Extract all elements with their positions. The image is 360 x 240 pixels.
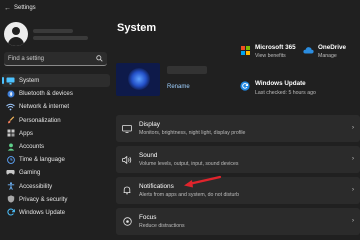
quick-link-subtitle: Last checked: 5 hours ago	[255, 90, 316, 96]
sidebar-item-accounts[interactable]: Accounts	[2, 140, 110, 153]
card-subtitle: Alerts from apps and system, do not dist…	[139, 192, 240, 198]
page-title: System	[117, 22, 157, 34]
card-title: Focus	[139, 214, 157, 221]
sidebar-nav: System Bluetooth & devices Network & int…	[2, 74, 110, 219]
quick-link-microsoft-365[interactable]: Microsoft 365 View benefits	[239, 44, 296, 59]
title-bar: ← Settings	[0, 0, 360, 16]
sidebar-item-label: System	[19, 77, 40, 85]
settings-card-sound[interactable]: Sound Volume levels, output, input, soun…	[116, 146, 360, 173]
chevron-right-icon: ›	[352, 218, 354, 224]
rename-link[interactable]: Rename	[167, 84, 190, 90]
sidebar-item-label: Gaming	[19, 169, 41, 177]
sidebar-item-privacy-security[interactable]: Privacy & security	[2, 193, 110, 206]
speaker-icon	[121, 154, 133, 166]
device-wallpaper-thumbnail	[116, 63, 160, 96]
sidebar-item-label: Privacy & security	[19, 195, 68, 203]
person-icon	[5, 141, 16, 152]
gamepad-icon	[5, 167, 16, 178]
quick-link-subtitle: View benefits	[255, 53, 286, 59]
sidebar-item-label: Accessibility	[19, 182, 53, 190]
search-placeholder: Find a setting	[8, 55, 45, 62]
quick-link-windows-update[interactable]: Windows Update Last checked: 5 hours ago	[239, 80, 317, 97]
quick-link-subtitle: Manage	[318, 53, 337, 59]
sidebar-item-bluetooth[interactable]: Bluetooth & devices	[2, 87, 110, 100]
user-profile[interactable]	[4, 20, 104, 48]
sidebar-item-windows-update[interactable]: Windows Update	[2, 206, 110, 219]
card-subtitle: Monitors, brightness, night light, displ…	[139, 130, 246, 136]
sidebar-item-label: Network & internet	[19, 103, 70, 111]
sidebar-item-gaming[interactable]: Gaming	[2, 166, 110, 179]
sidebar-item-label: Accounts	[19, 143, 45, 151]
window-title: Settings	[14, 5, 36, 11]
wifi-icon	[5, 101, 16, 112]
card-subtitle: Volume levels, output, input, sound devi…	[139, 161, 239, 167]
settings-card-focus[interactable]: Focus Reduce distractions ›	[116, 208, 360, 235]
sidebar-item-label: Time & language	[19, 156, 65, 164]
sidebar: Find a setting System Bluetooth & device…	[0, 16, 111, 240]
bluetooth-icon	[5, 88, 16, 99]
chevron-right-icon: ›	[352, 125, 354, 131]
accessibility-icon	[5, 181, 16, 192]
shield-icon	[5, 194, 16, 205]
update-icon	[5, 207, 16, 218]
card-subtitle: Reduce distractions	[139, 223, 185, 229]
blurred-device-name	[167, 66, 207, 74]
search-icon[interactable]	[96, 55, 103, 62]
sidebar-item-network[interactable]: Network & internet	[2, 100, 110, 113]
quick-link-title: Windows Update	[255, 80, 306, 87]
annotation-arrow	[184, 175, 222, 188]
chevron-right-icon: ›	[352, 156, 354, 162]
apps-icon	[5, 128, 16, 139]
cloud-icon	[302, 44, 314, 56]
blurred-account-info	[33, 28, 88, 40]
settings-list: Display Monitors, brightness, night ligh…	[116, 115, 360, 239]
sidebar-item-system[interactable]: System	[2, 74, 110, 88]
update-icon	[239, 80, 251, 92]
settings-card-display[interactable]: Display Monitors, brightness, night ligh…	[116, 115, 360, 142]
brush-icon	[5, 115, 16, 126]
monitor-icon	[5, 75, 16, 86]
back-arrow-icon[interactable]: ←	[4, 5, 14, 12]
microsoft-icon	[239, 44, 251, 56]
sidebar-item-label: Apps	[19, 129, 33, 137]
chevron-right-icon: ›	[352, 187, 354, 193]
card-title: Sound	[139, 152, 158, 159]
display-icon	[121, 123, 133, 135]
sidebar-item-personalization[interactable]: Personalization	[2, 114, 110, 127]
quick-link-title: OneDrive	[318, 44, 346, 51]
quick-link-title: Microsoft 365	[255, 44, 296, 51]
avatar[interactable]	[4, 22, 28, 46]
sidebar-item-label: Bluetooth & devices	[19, 90, 73, 98]
quick-link-onedrive[interactable]: OneDrive Manage	[302, 44, 346, 59]
sidebar-item-time-language[interactable]: Time & language	[2, 153, 110, 166]
settings-card-notifications[interactable]: Notifications Alerts from apps and syste…	[116, 177, 360, 204]
focus-icon	[121, 216, 133, 228]
sidebar-item-accessibility[interactable]: Accessibility	[2, 180, 110, 193]
card-title: Display	[139, 121, 160, 128]
search-input[interactable]: Find a setting	[4, 52, 107, 66]
sidebar-item-label: Windows Update	[19, 208, 66, 216]
sidebar-item-apps[interactable]: Apps	[2, 127, 110, 140]
sidebar-item-label: Personalization	[19, 116, 61, 124]
globe-clock-icon	[5, 154, 16, 165]
main-content: System Rename Microsoft 365 View benefit…	[111, 16, 360, 240]
bell-icon	[121, 185, 133, 197]
